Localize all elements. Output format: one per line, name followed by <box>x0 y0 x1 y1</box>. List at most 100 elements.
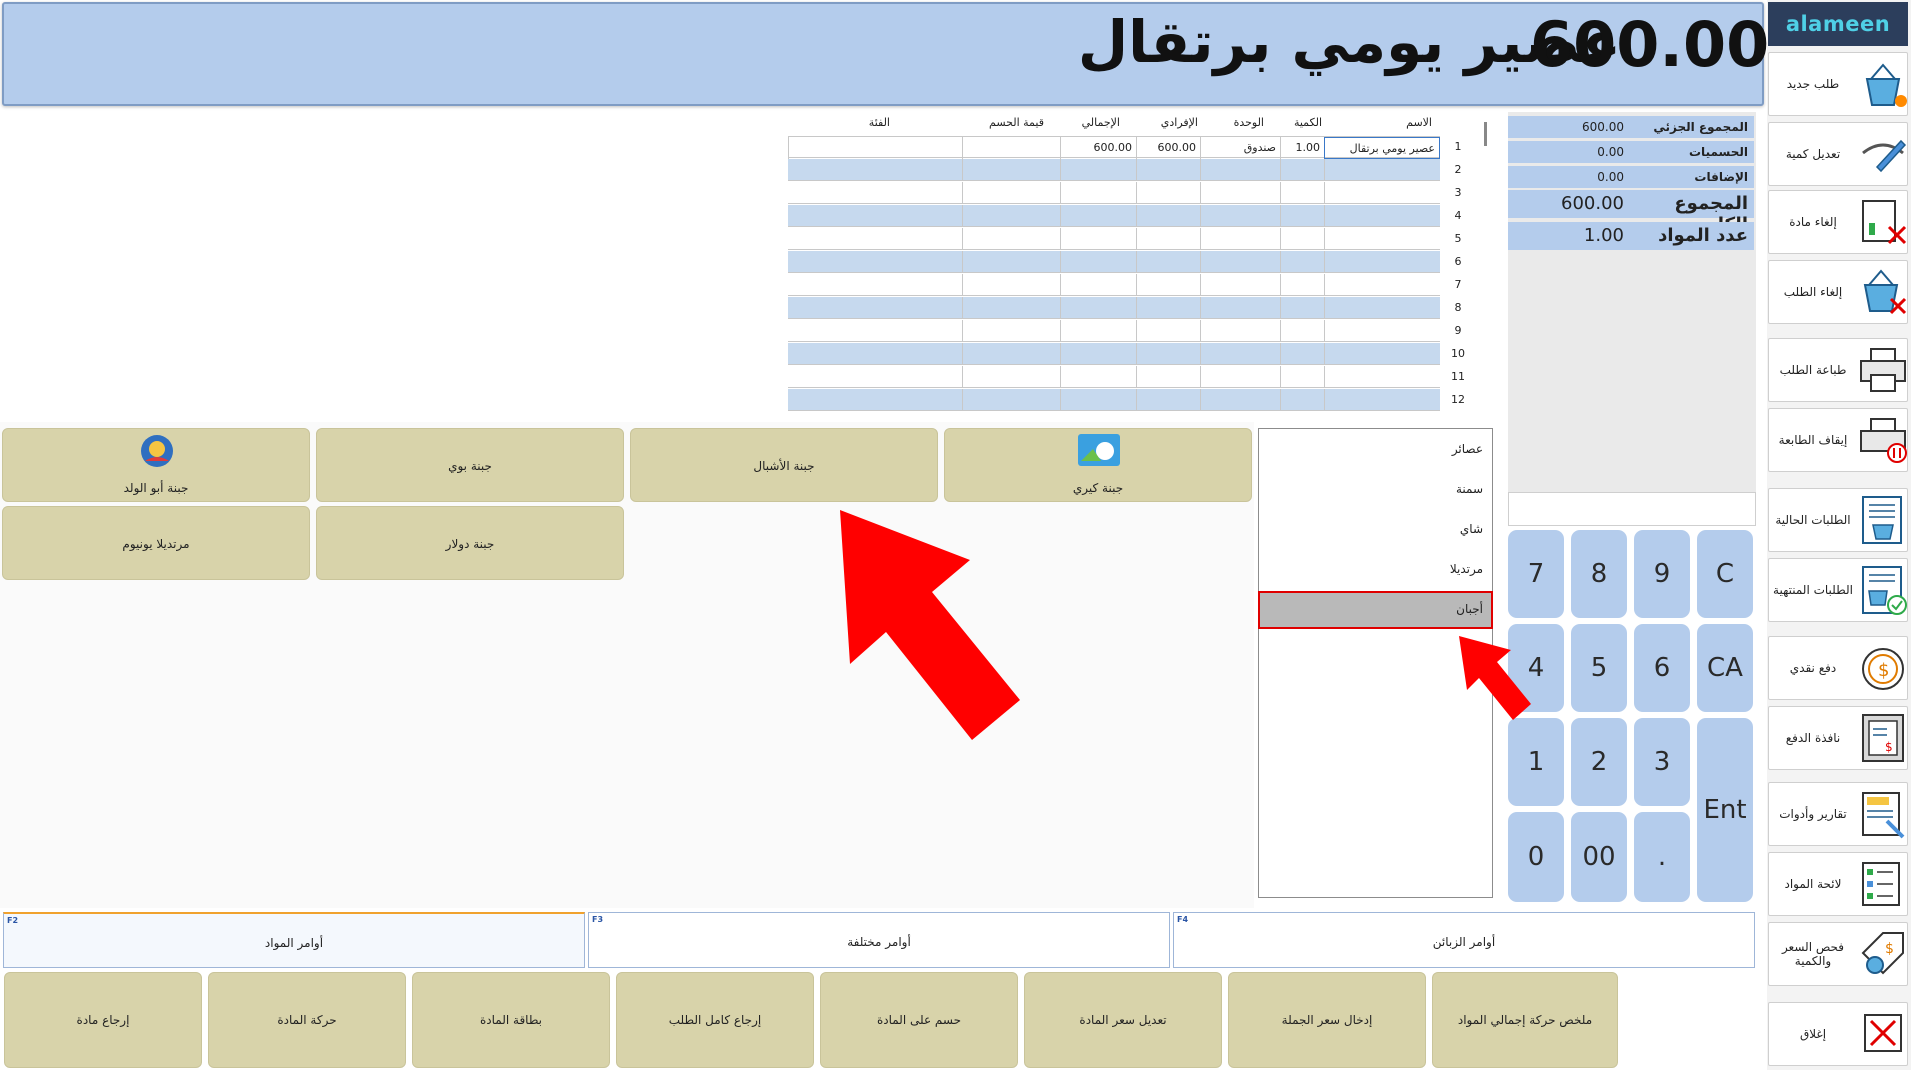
close-icon <box>1864 1014 1902 1052</box>
product-tile[interactable]: جبنة دولار <box>316 506 624 580</box>
stop-printer-button[interactable]: إيقاف الطابعة <box>1768 408 1908 472</box>
tab-item-commands[interactable]: F2 أوامر المواد <box>3 912 585 968</box>
sidebar-label: تقارير وأدوات <box>1779 807 1847 821</box>
tab-label: أوامر مختلفة <box>847 935 911 949</box>
key-3[interactable]: 3 <box>1634 718 1690 806</box>
category-item[interactable]: شاي <box>1460 522 1483 536</box>
key-2[interactable]: 2 <box>1571 718 1627 806</box>
new-order-button[interactable]: طلب جديد <box>1768 52 1908 116</box>
table-row[interactable] <box>788 297 1440 319</box>
key-enter[interactable]: Ent <box>1697 718 1753 902</box>
edit-item-price-button[interactable]: تعديل سعر المادة <box>1024 972 1222 1068</box>
print-order-button[interactable]: طباعة الطلب <box>1768 338 1908 402</box>
item-movement-button[interactable]: حركة المادة <box>208 972 406 1068</box>
cell-unit[interactable]: صندوق <box>1200 137 1280 159</box>
product-tile[interactable]: جبنة الأشبال <box>630 428 938 502</box>
row-number: 6 <box>1454 255 1462 268</box>
table-row[interactable] <box>788 182 1440 204</box>
return-item-button[interactable]: إرجاع مادة <box>4 972 202 1068</box>
product-tile[interactable]: مرتديلا يونيوم <box>2 506 310 580</box>
grand-total-row: 600.00 المجموع الكلي <box>1508 190 1754 235</box>
sidebar-label: فحص السعر والكمية <box>1781 940 1845 968</box>
tab-customer-commands[interactable]: F4 أوامر الزبائن <box>1173 912 1755 968</box>
basket-new-icon <box>1865 63 1907 107</box>
sidebar-label: طباعة الطلب <box>1779 363 1847 377</box>
additions-row: 0.00 الإضافات <box>1508 166 1754 188</box>
product-tile[interactable]: جبنة بوي <box>316 428 624 502</box>
tab-key: F2 <box>7 916 19 925</box>
payment-window-button[interactable]: نافذة الدفع $ <box>1768 706 1908 770</box>
cash-payment-icon: $ <box>1862 648 1904 690</box>
sidebar-label: إلغاء الطلب <box>1783 285 1843 299</box>
additions-value: 0.00 <box>1597 170 1624 184</box>
table-row[interactable] <box>788 251 1440 273</box>
cell-unit-price[interactable]: 600.00 <box>1136 137 1200 159</box>
table-row[interactable] <box>788 228 1440 250</box>
items-list-button[interactable]: لائحة المواد <box>1768 852 1908 916</box>
table-row[interactable] <box>788 159 1440 181</box>
category-item[interactable]: مرتديلا <box>1450 562 1483 576</box>
row-number: 7 <box>1454 278 1462 291</box>
wholesale-price-button[interactable]: إدخال سعر الجملة <box>1228 972 1426 1068</box>
price-check-button[interactable]: فحص السعر والكمية $ <box>1768 922 1908 986</box>
product-label: جبنة أبو الولد <box>123 481 189 495</box>
key-8[interactable]: 8 <box>1571 530 1627 618</box>
subtotal-value: 600.00 <box>1582 120 1624 134</box>
category-item[interactable]: عصائر <box>1452 442 1483 456</box>
key-0[interactable]: 0 <box>1508 812 1564 902</box>
cell-qty[interactable]: 1.00 <box>1280 137 1324 159</box>
col-header-name: الاسم <box>1406 116 1432 129</box>
close-button[interactable]: إغلاق <box>1768 1002 1908 1066</box>
current-orders-button[interactable]: الطلبات الحالية <box>1768 488 1908 552</box>
key-dot[interactable]: . <box>1634 812 1690 902</box>
cell-category[interactable] <box>788 137 962 159</box>
tab-key: F3 <box>592 915 604 924</box>
key-clear-all[interactable]: CA <box>1697 624 1753 712</box>
key-clear[interactable]: C <box>1697 530 1753 618</box>
printer-pause-icon <box>1860 418 1907 463</box>
tab-misc-commands[interactable]: F3 أوامر مختلفة <box>588 912 1170 968</box>
numpad-input[interactable] <box>1508 492 1756 526</box>
cell-discount[interactable] <box>962 137 1060 159</box>
cash-payment-button[interactable]: دفع نقدي $ <box>1768 636 1908 700</box>
items-movement-summary-button[interactable]: ملخص حركة إجمالي المواد <box>1432 972 1618 1068</box>
price-check-icon: $ <box>1861 932 1904 975</box>
cancel-item-button[interactable]: إلغاء مادة <box>1768 190 1908 254</box>
table-row[interactable] <box>788 366 1440 388</box>
table-row[interactable] <box>788 343 1440 365</box>
sidebar-label: نافذة الدفع <box>1785 731 1841 745</box>
cell-total[interactable]: 600.00 <box>1060 137 1136 159</box>
product-tile[interactable]: جبنة أبو الولد <box>2 428 310 502</box>
tab-label: أوامر الزبائن <box>1432 935 1496 949</box>
table-row[interactable]: عصير يومي برتقال 1.00 صندوق 600.00 600.0… <box>788 136 1440 159</box>
key-6[interactable]: 6 <box>1634 624 1690 712</box>
subtotal-row: 600.00 المجموع الجزئي <box>1508 116 1754 138</box>
grand-total-value: 600.00 <box>1561 193 1624 214</box>
cancel-item-icon <box>1862 200 1907 245</box>
key-7[interactable]: 7 <box>1508 530 1564 618</box>
cell-name[interactable]: عصير يومي برتقال <box>1324 137 1440 159</box>
edit-quantity-button[interactable]: تعديل كمية <box>1768 122 1908 186</box>
return-full-order-button[interactable]: إرجاع كامل الطلب <box>616 972 814 1068</box>
sidebar-label: دفع نقدي <box>1789 661 1837 675</box>
product-tile[interactable]: جبنة كيري <box>944 428 1252 502</box>
table-row[interactable] <box>788 205 1440 227</box>
category-item[interactable]: سمنة <box>1456 482 1483 496</box>
key-9[interactable]: 9 <box>1634 530 1690 618</box>
item-discount-button[interactable]: حسم على المادة <box>820 972 1018 1068</box>
col-header-unit: الوحدة <box>1233 116 1264 129</box>
key-1[interactable]: 1 <box>1508 718 1564 806</box>
item-card-button[interactable]: بطاقة المادة <box>412 972 610 1068</box>
table-row[interactable] <box>788 320 1440 342</box>
key-5[interactable]: 5 <box>1571 624 1627 712</box>
table-row[interactable] <box>788 389 1440 411</box>
table-row[interactable] <box>788 274 1440 296</box>
finished-orders-button[interactable]: الطلبات المنتهية <box>1768 558 1908 622</box>
cheese-abu-alwalad-icon <box>141 435 173 467</box>
reports-tools-button[interactable]: تقارير وأدوات <box>1768 782 1908 846</box>
items-list-icon <box>1862 862 1900 906</box>
reports-tools-icon <box>1862 792 1905 839</box>
key-00[interactable]: 00 <box>1571 812 1627 902</box>
cancel-order-button[interactable]: إلغاء الطلب <box>1768 260 1908 324</box>
grid-scrollbar[interactable] <box>1484 122 1487 146</box>
